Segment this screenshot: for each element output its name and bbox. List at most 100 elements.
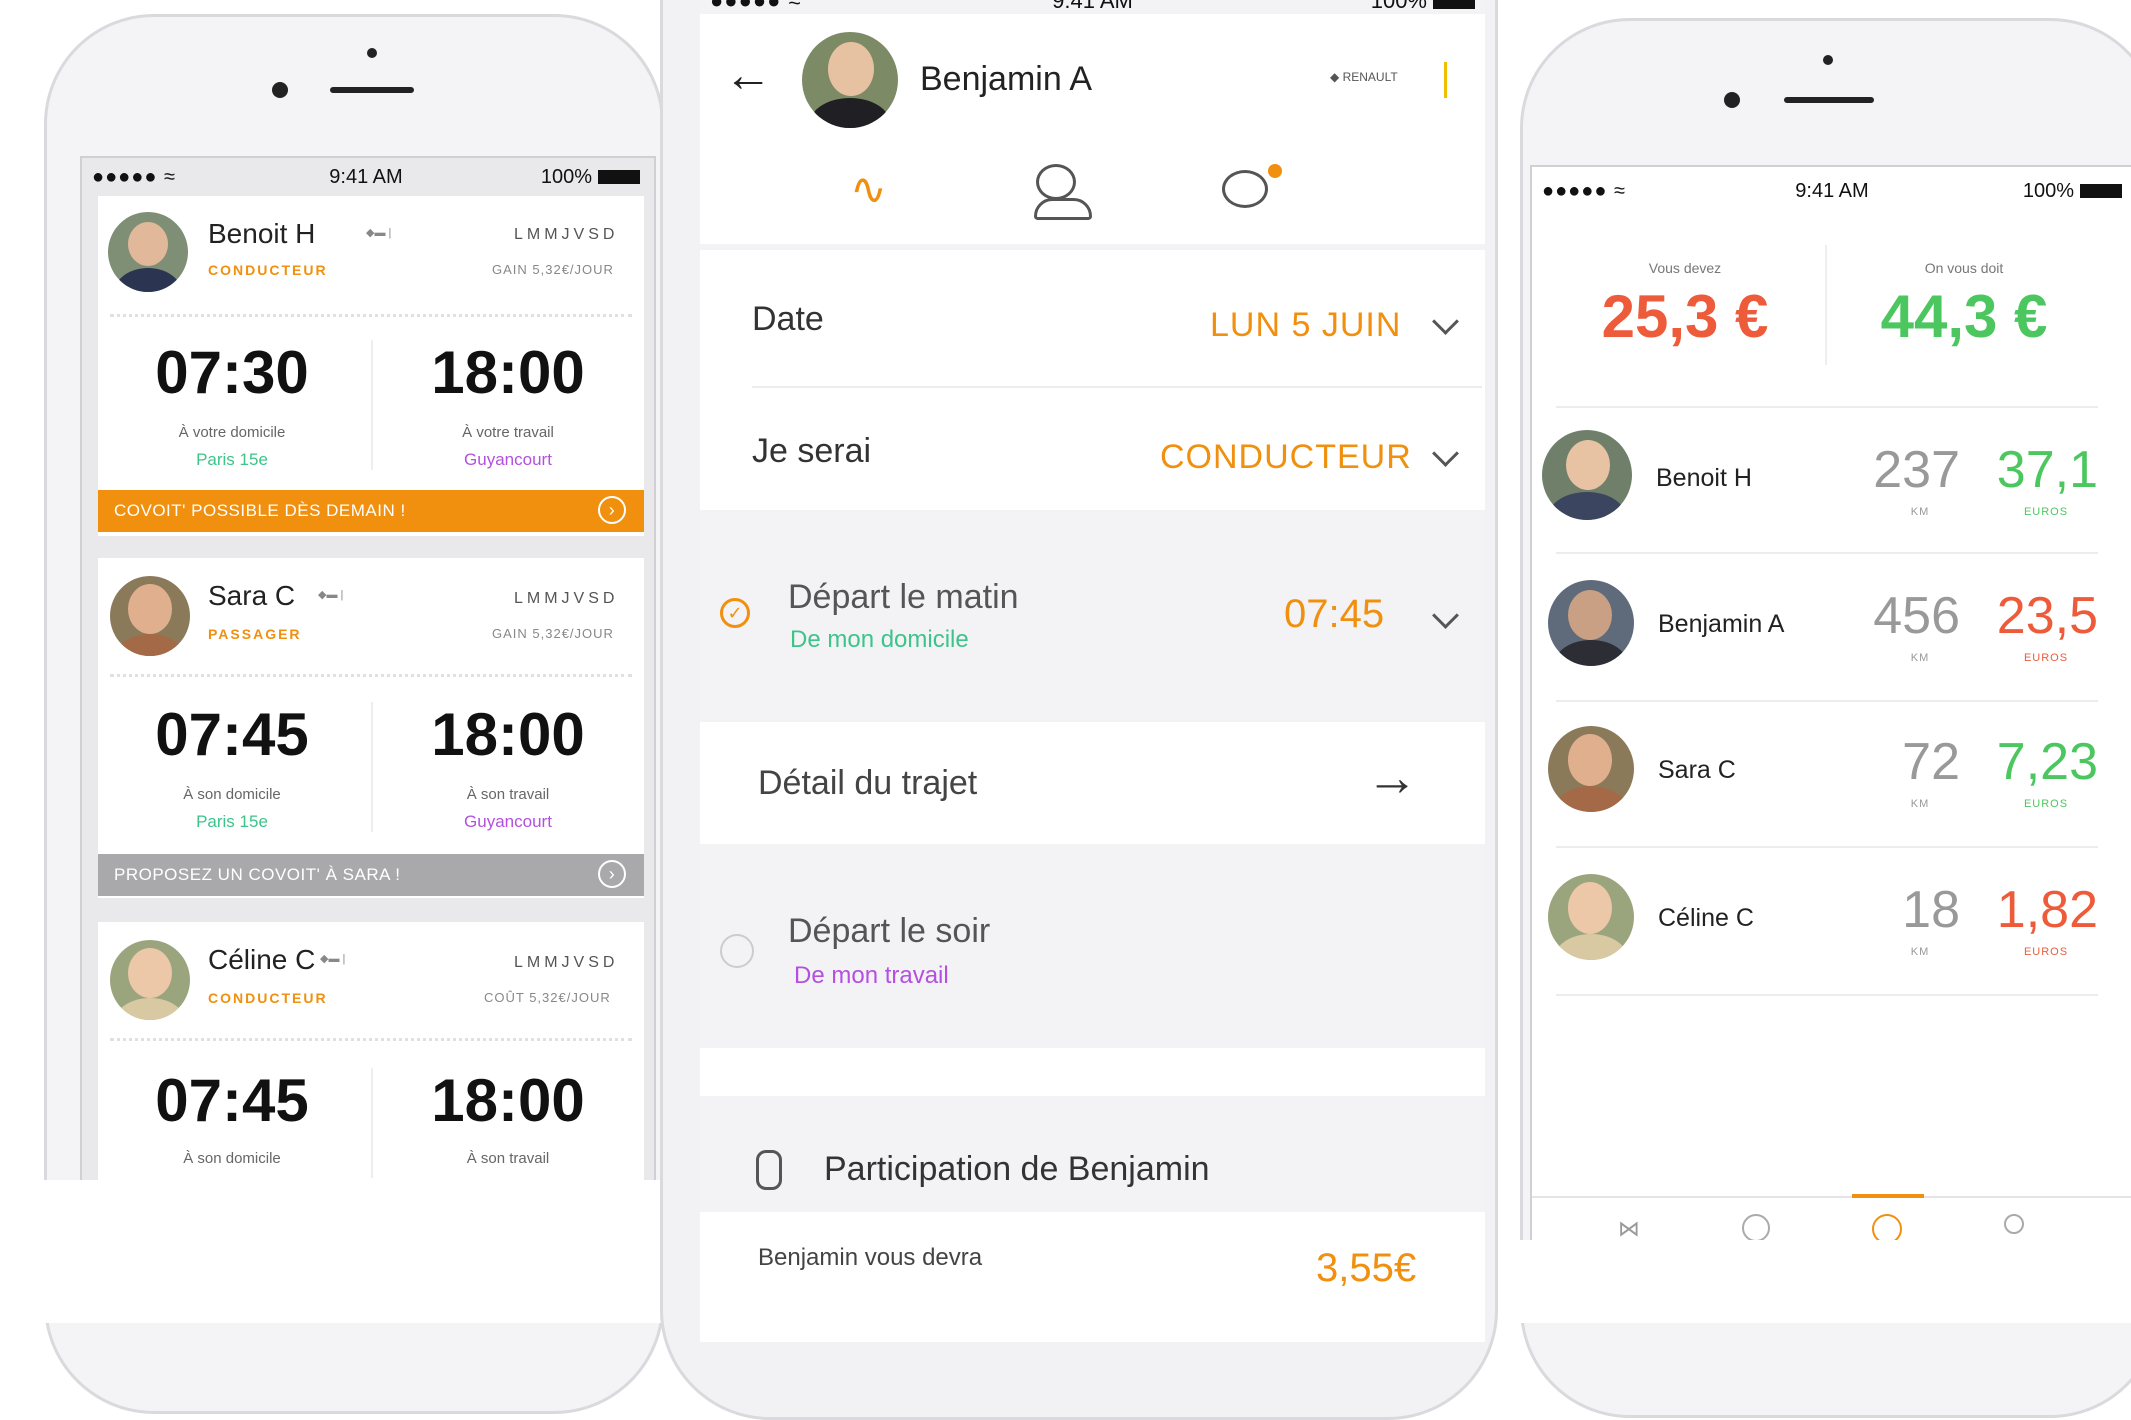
divider bbox=[1556, 700, 2098, 702]
evening-label: À votre travail bbox=[462, 424, 554, 441]
logo-accent bbox=[1444, 62, 1447, 98]
euro-unit: EUROS bbox=[2023, 946, 2069, 958]
front-camera bbox=[1724, 92, 1740, 108]
date-select[interactable]: LUN 5 JUIN bbox=[1210, 306, 1401, 345]
person-name: Céline C bbox=[1658, 904, 1754, 932]
renault-logo-icon: ◆▬ | bbox=[320, 953, 346, 965]
participation-title: Participation de Benjamin bbox=[824, 1150, 1210, 1188]
carpool-available-banner[interactable]: COVOIT' POSSIBLE DÈS DEMAIN ! › bbox=[98, 490, 644, 532]
morning-departure-title: Départ le matin bbox=[788, 578, 1019, 616]
avatar bbox=[1548, 726, 1634, 812]
divider bbox=[371, 340, 373, 470]
euro-amount: 7,23 bbox=[1996, 733, 2098, 791]
evening-place: Guyancourt bbox=[464, 450, 552, 469]
avatar bbox=[1548, 580, 1634, 666]
arrow-right-icon: › bbox=[598, 496, 626, 524]
morning-time: 07:45 bbox=[155, 701, 309, 768]
distance-km: 72 bbox=[1902, 733, 1960, 791]
divider bbox=[110, 314, 632, 317]
person-name: Benoit H bbox=[1656, 464, 1752, 492]
avatar bbox=[1542, 430, 1632, 520]
person-name: Benjamin A bbox=[1658, 610, 1785, 638]
km-unit: KM bbox=[1910, 652, 1930, 664]
banner-label: PROPOSEZ UN COVOIT' À SARA ! bbox=[114, 865, 401, 884]
tab-bar-divider bbox=[1532, 1196, 2131, 1198]
profile-body bbox=[1034, 198, 1092, 220]
banner-label: COVOIT' POSSIBLE DÈS DEMAIN ! bbox=[114, 501, 406, 520]
role-badge: CONDUCTEUR bbox=[208, 990, 328, 1006]
role-select[interactable]: CONDUCTEUR bbox=[1160, 438, 1412, 477]
renault-logo-icon: ◆▬ | bbox=[318, 589, 344, 601]
role-badge: CONDUCTEUR bbox=[208, 262, 328, 278]
morning-time: 07:45 bbox=[155, 1067, 309, 1134]
role-label: Je serai bbox=[752, 432, 872, 470]
weekdays: LMMJVSD bbox=[514, 590, 619, 607]
contact-name: Benjamin A bbox=[920, 60, 1092, 98]
role-badge: PASSAGER bbox=[208, 626, 302, 642]
morning-label: À votre domicile bbox=[178, 424, 286, 441]
arrow-right-icon[interactable]: → bbox=[1366, 752, 1418, 804]
euro-unit: EUROS bbox=[2023, 798, 2069, 810]
morning-label: À son domicile bbox=[183, 786, 281, 803]
earpiece-speaker bbox=[1784, 97, 1874, 103]
active-tab-indicator bbox=[1852, 1194, 1924, 1198]
daily-cost: COÛT 5,32€/JOUR bbox=[484, 990, 611, 1005]
driver-name: Céline C bbox=[208, 944, 316, 975]
trip-detail-label: Détail du trajet bbox=[758, 764, 978, 802]
route-icon[interactable]: ∿ bbox=[850, 164, 887, 215]
owed-amount: 3,55€ bbox=[1316, 1246, 1417, 1290]
distance-km: 237 bbox=[1873, 441, 1960, 499]
status-time: 9:41 AM bbox=[1052, 0, 1133, 13]
front-camera bbox=[272, 82, 288, 98]
evening-time: 18:00 bbox=[431, 339, 585, 406]
morning-time: 07:30 bbox=[155, 339, 309, 406]
divider bbox=[110, 674, 632, 677]
battery-icon bbox=[598, 170, 640, 184]
km-unit: KM bbox=[1910, 506, 1930, 518]
radio-button[interactable] bbox=[720, 934, 754, 968]
avatar bbox=[108, 212, 188, 292]
daily-gain: GAIN 5,32€/JOUR bbox=[492, 626, 614, 641]
divider bbox=[1556, 846, 2098, 848]
background bbox=[1520, 1240, 2131, 1323]
renault-logo-icon: ◆ bbox=[1330, 70, 1343, 84]
evening-label: À son travail bbox=[466, 786, 550, 803]
divider bbox=[1556, 406, 2098, 408]
divider bbox=[1825, 245, 1827, 365]
battery-indicator: 100% bbox=[1371, 0, 1475, 14]
status-bar: ●●●●● ≈ 9:41 AM 100% bbox=[1532, 172, 2131, 212]
battery-icon bbox=[2080, 184, 2122, 198]
divider bbox=[1556, 552, 2098, 554]
battery-indicator: 100% bbox=[541, 166, 640, 189]
person-name: Sara C bbox=[1658, 756, 1736, 784]
avatar bbox=[110, 576, 190, 656]
morning-label: À son domicile bbox=[183, 1150, 281, 1167]
tab-clock-icon[interactable] bbox=[1742, 1214, 1770, 1242]
avatar bbox=[802, 32, 898, 128]
spacer bbox=[700, 1048, 1485, 1096]
weekdays: LMMJVSD bbox=[514, 226, 619, 243]
evening-time: 18:00 bbox=[431, 701, 585, 768]
morning-place: Paris 15e bbox=[196, 812, 268, 831]
back-arrow-icon[interactable]: ← bbox=[724, 52, 772, 100]
date-label: Date bbox=[752, 300, 824, 338]
tab-trips-icon[interactable]: ⋈ bbox=[1618, 1216, 1640, 1242]
profile-icon[interactable] bbox=[1036, 164, 1076, 200]
passenger-name: Sara C bbox=[208, 580, 296, 611]
divider bbox=[371, 702, 373, 832]
earpiece-speaker bbox=[330, 87, 414, 93]
evening-time: 18:00 bbox=[431, 1067, 585, 1134]
renault-logo-icon: ◆▬ | bbox=[366, 227, 392, 239]
company-logo: ◆ RENAULT bbox=[1330, 70, 1398, 84]
euro-unit: EUROS bbox=[2023, 652, 2069, 664]
km-unit: KM bbox=[1910, 798, 1930, 810]
avatar bbox=[110, 940, 190, 1020]
chat-icon[interactable] bbox=[1222, 170, 1268, 208]
daily-gain: GAIN 5,32€/JOUR bbox=[492, 262, 614, 277]
background bbox=[0, 1180, 662, 1323]
propose-carpool-banner[interactable]: PROPOSEZ UN COVOIT' À SARA ! › bbox=[98, 854, 644, 896]
tab-profile-icon[interactable] bbox=[2004, 1214, 2024, 1234]
check-icon[interactable]: ✓ bbox=[720, 598, 750, 628]
morning-time-select[interactable]: 07:45 bbox=[1284, 592, 1384, 637]
driver-name: Benoit H bbox=[208, 218, 316, 249]
